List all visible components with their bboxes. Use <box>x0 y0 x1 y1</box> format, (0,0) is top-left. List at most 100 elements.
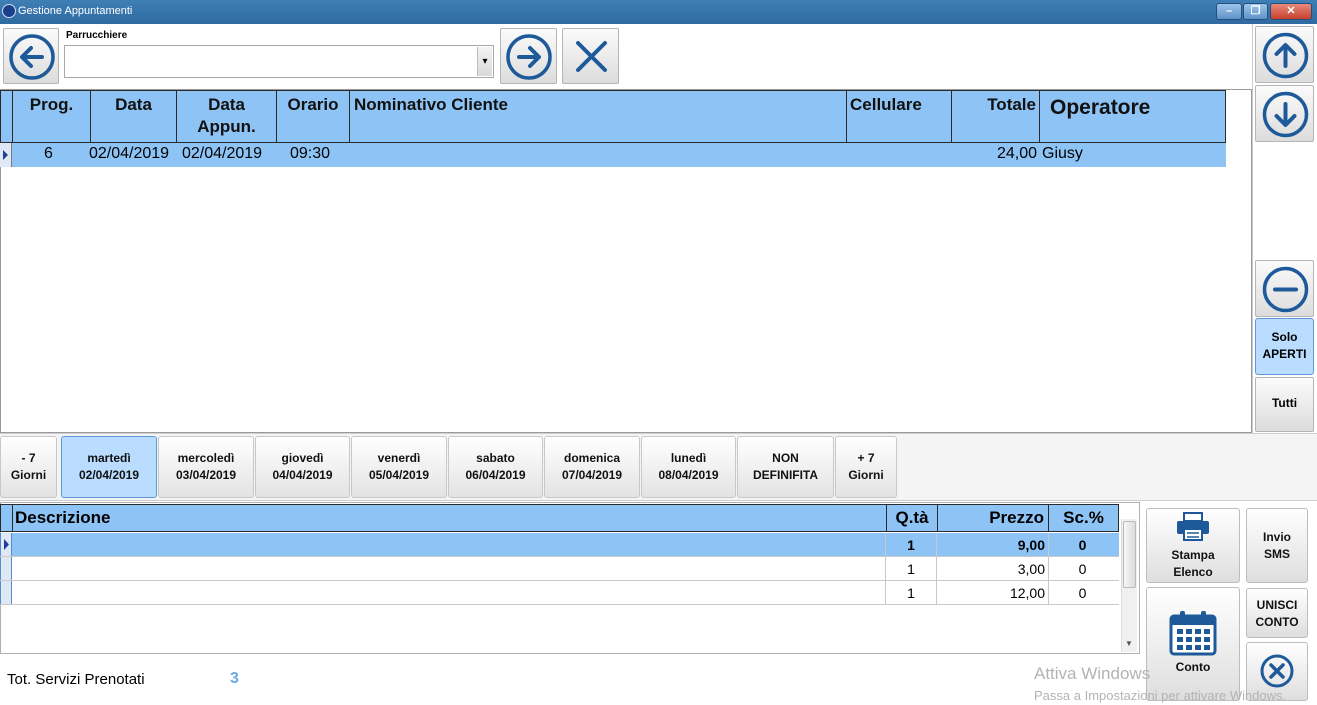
invio-line2: SMS <box>1263 547 1290 561</box>
chevron-down-icon[interactable]: ▾ <box>477 47 492 76</box>
cell-prog: 6 <box>44 145 53 162</box>
stampa-line2: Elenco <box>1173 565 1213 579</box>
invio-line1: Invio <box>1262 530 1291 544</box>
arrow-left-icon <box>9 34 55 80</box>
day-tab-2[interactable]: mercoledì 03/04/2019 <box>158 436 254 498</box>
day-tab-5[interactable]: sabato 06/04/2019 <box>448 436 543 498</box>
row-selector[interactable] <box>0 533 12 556</box>
day-tab-7[interactable]: lunedì 08/04/2019 <box>641 436 736 498</box>
printer-icon <box>1177 512 1209 541</box>
calendar-icon <box>1169 611 1217 656</box>
solo-aperti-toggle[interactable]: Solo APERTI <box>1255 318 1314 375</box>
day-tab-3[interactable]: giovedì 04/04/2019 <box>255 436 350 498</box>
tutti-toggle[interactable]: Tutti <box>1255 377 1314 432</box>
day-tab-9[interactable]: + 7 Giorni <box>835 436 897 498</box>
cell-qta: 1 <box>907 561 915 577</box>
day-tab-1[interactable]: martedì 02/04/2019 <box>61 436 157 498</box>
unisci-conto-button[interactable]: UNISCI CONTO <box>1246 588 1308 638</box>
solo-aperti-line1: Solo <box>1271 330 1298 344</box>
row-selector[interactable] <box>0 581 12 604</box>
day-tab-line2: 02/04/2019 <box>78 468 140 482</box>
cell-sconto: 0 <box>1078 537 1087 553</box>
col-nominativo-cliente[interactable]: Nominativo Cliente <box>350 91 847 142</box>
col-data[interactable]: Data <box>91 91 177 142</box>
conto-button[interactable]: Conto <box>1146 587 1240 701</box>
unisci-line2: CONTO <box>1255 615 1299 629</box>
row-selector[interactable] <box>0 557 12 580</box>
day-tab-6[interactable]: domenica 07/04/2019 <box>544 436 640 498</box>
col-prezzo[interactable]: Prezzo <box>938 505 1049 531</box>
cell-prezzo: 3,00 <box>1017 561 1045 577</box>
day-tab-line2: 08/04/2019 <box>658 468 719 482</box>
stampa-elenco-button[interactable]: Stampa Elenco <box>1146 508 1240 583</box>
scrollbar-down-icon[interactable]: ▼ <box>1125 639 1133 648</box>
scroll-down-button[interactable] <box>1255 85 1314 142</box>
col-data-appun[interactable]: Data Appun. <box>177 91 277 142</box>
invio-sms-button[interactable]: Invio SMS <box>1246 508 1308 583</box>
unisci-line1: UNISCI <box>1256 598 1298 612</box>
services-grid-header: Descrizione Q.tà Prezzo Sc.% <box>0 504 1119 532</box>
parrucchiere-label: Parrucchiere <box>66 30 128 41</box>
conto-label: Conto <box>1175 660 1211 674</box>
day-tab-line1: NON <box>772 451 799 465</box>
appointments-grid-header: Prog. Data Data Appun. Orario Nominativo… <box>0 90 1226 143</box>
day-tab-0[interactable]: - 7 Giorni <box>0 436 57 498</box>
table-row[interactable]: 6 02/04/2019 02/04/2019 09:30 24,00 Gius… <box>0 143 1226 167</box>
remove-button[interactable] <box>1255 260 1314 317</box>
service-row[interactable]: 1 9,00 0 <box>0 533 1119 557</box>
cell-sconto: 0 <box>1078 561 1087 577</box>
col-totale[interactable]: Totale <box>952 91 1040 142</box>
scrollbar-thumb[interactable] <box>1123 521 1136 588</box>
day-tab-line1: domenica <box>563 451 620 465</box>
arrow-up-icon <box>1262 32 1309 79</box>
cell-qta: 1 <box>907 585 915 601</box>
arrow-right-icon <box>506 34 552 80</box>
row-pointer-icon <box>3 150 8 160</box>
cell-totale: 24,00 <box>996 145 1037 162</box>
service-row[interactable]: 1 3,00 0 <box>0 557 1119 581</box>
title-bar: Gestione Appuntamenti – ❐ ✕ <box>0 0 1317 24</box>
col-sconto[interactable]: Sc.% <box>1049 505 1118 531</box>
day-tab-line2: 03/04/2019 <box>175 468 237 482</box>
cell-prezzo: 9,00 <box>1017 537 1045 553</box>
day-tab-line1: mercoledì <box>177 451 235 465</box>
clear-button[interactable] <box>562 28 619 84</box>
col-descrizione[interactable]: Descrizione <box>15 508 110 528</box>
col-data-appun-line1: Data <box>208 95 245 114</box>
col-data-appun-line2: Appun. <box>197 117 256 136</box>
tot-servizi-label: Tot. Servizi Prenotati <box>7 671 145 688</box>
col-operatore[interactable]: Operatore <box>1040 91 1226 142</box>
cell-data: 02/04/2019 <box>89 145 170 162</box>
col-qta[interactable]: Q.tà <box>886 505 938 531</box>
arrow-down-icon <box>1262 91 1309 138</box>
col-cellulare[interactable]: Cellulare <box>847 91 952 142</box>
minimize-button[interactable]: – <box>1216 3 1242 20</box>
previous-button[interactable] <box>3 28 59 84</box>
windows-watermark-subtitle: Passa a Impostazioni per attivare Window… <box>1034 688 1287 703</box>
windows-watermark-title: Attiva Windows <box>1034 664 1151 683</box>
cell-orario: 09:30 <box>290 145 331 162</box>
services-header-corner <box>1 505 13 531</box>
scroll-up-button[interactable] <box>1255 26 1314 83</box>
close-window-button[interactable]: ✕ <box>1270 3 1312 20</box>
row-header-corner <box>1 91 13 142</box>
day-tab-line2: 06/04/2019 <box>465 468 526 482</box>
day-tab-line2: 07/04/2019 <box>561 468 623 482</box>
day-tab-8[interactable]: NON DEFINIFITA <box>737 436 834 498</box>
day-tab-line2: Giorni <box>10 468 47 482</box>
row-selector[interactable] <box>0 143 12 167</box>
cell-qta: 1 <box>907 537 915 553</box>
day-tab-4[interactable]: venerdì 05/04/2019 <box>351 436 447 498</box>
col-orario[interactable]: Orario <box>277 91 350 142</box>
day-tab-line2: 05/04/2019 <box>368 468 430 482</box>
col-prog[interactable]: Prog. <box>13 91 91 142</box>
next-button[interactable] <box>500 28 557 84</box>
maximize-button[interactable]: ❐ <box>1243 3 1268 20</box>
parrucchiere-select[interactable]: ▾ <box>64 45 494 78</box>
services-scrollbar[interactable]: ▼ <box>1121 519 1137 652</box>
cell-sconto: 0 <box>1078 585 1087 601</box>
day-tab-line1: sabato <box>476 451 515 465</box>
service-row[interactable]: 1 12,00 0 <box>0 581 1119 605</box>
cell-prezzo: 12,00 <box>1009 585 1045 601</box>
tot-servizi-value: 3 <box>230 670 239 687</box>
